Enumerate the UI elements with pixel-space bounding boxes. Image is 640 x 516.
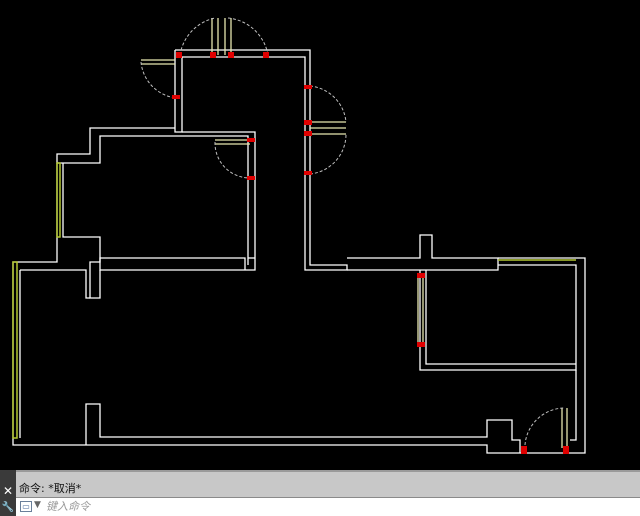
- command-input-bar[interactable]: ▭ ▼: [16, 497, 640, 516]
- close-icon[interactable]: ✕: [0, 483, 16, 499]
- command-prompt-icon[interactable]: ▭: [20, 501, 32, 512]
- command-line-panel: ✕ 🔧 命令: *取消* ▭ ▼: [0, 470, 640, 516]
- command-history-text: 命令: *取消*: [19, 482, 82, 495]
- walls: [12, 49, 586, 454]
- doors: [141, 18, 568, 448]
- door-swings: [140, 17, 566, 446]
- wrench-icon[interactable]: 🔧: [0, 500, 16, 516]
- command-history: 命令: *取消*: [16, 470, 640, 497]
- floor-plan-drawing[interactable]: [0, 0, 640, 470]
- command-input[interactable]: [46, 499, 606, 514]
- windows: [12, 162, 576, 439]
- command-line-sidebar: ✕ 🔧: [0, 470, 16, 516]
- drawing-canvas[interactable]: [0, 0, 640, 470]
- chevron-down-icon[interactable]: ▼: [34, 500, 41, 510]
- grip-markers: [172, 52, 569, 454]
